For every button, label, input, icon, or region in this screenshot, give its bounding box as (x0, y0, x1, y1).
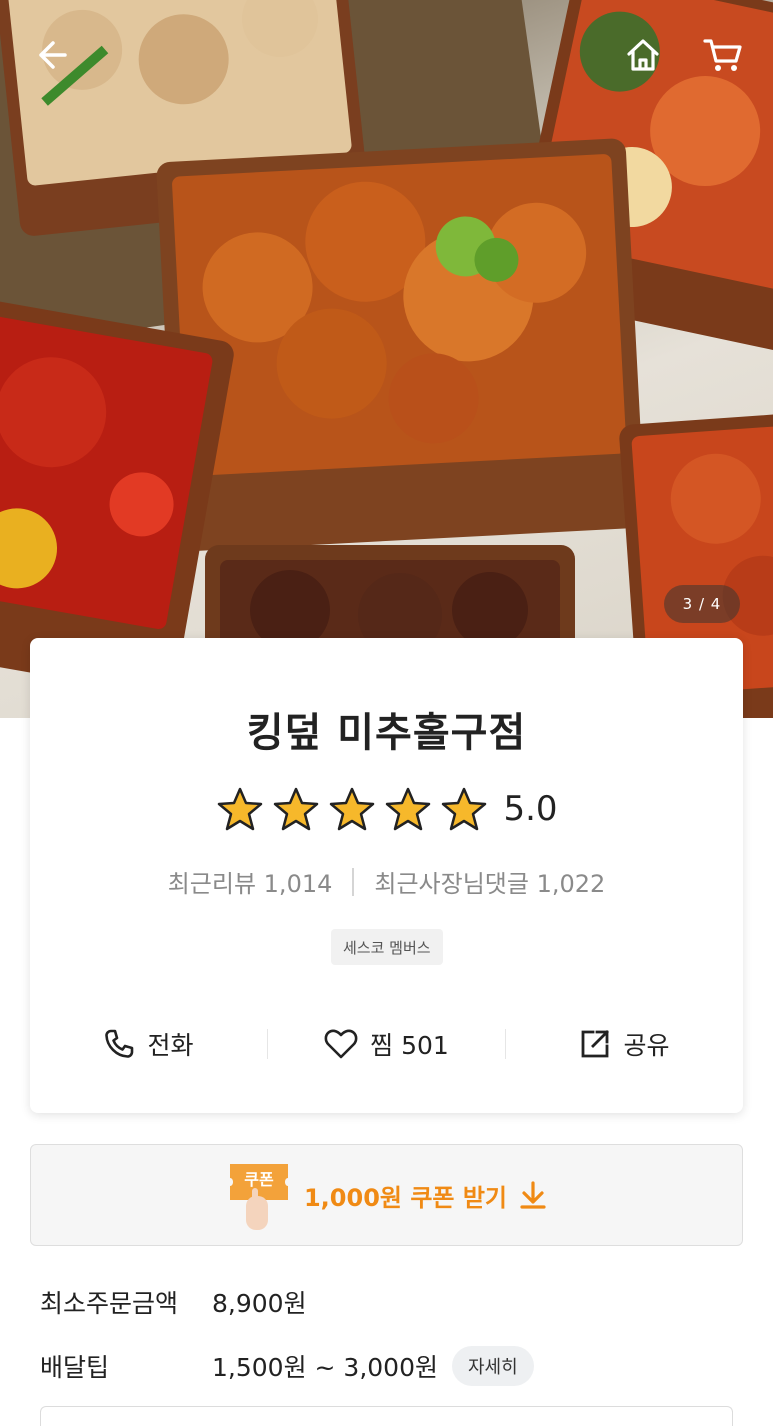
back-arrow-icon (39, 41, 67, 69)
coupon-text: 1,000원 쿠폰 받기 (303, 1183, 508, 1212)
back-button[interactable] (26, 30, 76, 80)
heart-icon (324, 1029, 358, 1059)
share-button[interactable]: 공유 (506, 1012, 743, 1076)
food-photo (0, 0, 773, 718)
delivery-tip-detail-button[interactable]: 자세히 (451, 1346, 534, 1386)
share-label: 공유 (623, 1031, 670, 1060)
cart-icon (703, 39, 742, 71)
recent-reviews[interactable]: 최근리뷰 1,014 (168, 864, 333, 899)
call-label: 전화 (147, 1031, 194, 1060)
favorite-label: 찜 501 (370, 1031, 449, 1060)
delivery-tip-label: 배달팁 (40, 1353, 110, 1382)
download-icon (520, 1181, 546, 1209)
phone-icon (105, 1029, 134, 1058)
coupon-tag-label: 쿠폰 (244, 1170, 274, 1189)
delivery-tip-value: 1,500원 ~ 3,000원 (212, 1353, 438, 1382)
min-order-row: 최소주문금액 8,900원 (40, 1284, 307, 1320)
image-counter: 3 / 4 (664, 585, 740, 623)
recent-owner-replies[interactable]: 최근사장님댓글 1,022 (374, 864, 605, 899)
rating-row: 5.0 (30, 786, 743, 832)
store-name: 킹덮 미추홀구점 (246, 710, 527, 756)
star-icon (442, 787, 487, 831)
star-icon (274, 787, 319, 831)
favorite-button[interactable]: 찜 501 (268, 1012, 505, 1076)
min-order-value: 8,900원 (212, 1289, 307, 1318)
coupon-tag-icon: 쿠폰 (226, 1160, 292, 1230)
cart-button[interactable] (698, 30, 748, 80)
call-button[interactable]: 전화 (30, 1012, 267, 1076)
favorite-count: 501 (401, 1031, 449, 1060)
rating-value: 5.0 (503, 789, 558, 829)
min-order-label: 최소주문금액 (40, 1289, 179, 1318)
divider (352, 867, 355, 896)
store-info-card: 킹덮 미추홀구점 5.0 최근리뷰 1,014 최근사장님댓글 1,022 세스… (30, 638, 743, 1113)
coupon-download-button[interactable]: 쿠폰 1,000원 쿠폰 받기 (30, 1144, 743, 1246)
star-icon (330, 787, 375, 831)
store-photo-carousel[interactable]: 3 / 4 (0, 0, 773, 718)
cesco-badge: 세스코 멤버스 (331, 929, 443, 965)
star-icon (218, 787, 263, 831)
home-button[interactable] (618, 30, 668, 80)
action-bar: 전화 찜 501 공유 (30, 1012, 743, 1076)
next-section-box (40, 1406, 733, 1426)
home-icon (627, 39, 659, 71)
share-icon (582, 1030, 610, 1058)
star-icon (386, 787, 431, 831)
review-stats[interactable]: 최근리뷰 1,014 최근사장님댓글 1,022 (30, 864, 743, 899)
delivery-tip-row: 배달팁 1,500원 ~ 3,000원 자세히 (40, 1346, 534, 1386)
